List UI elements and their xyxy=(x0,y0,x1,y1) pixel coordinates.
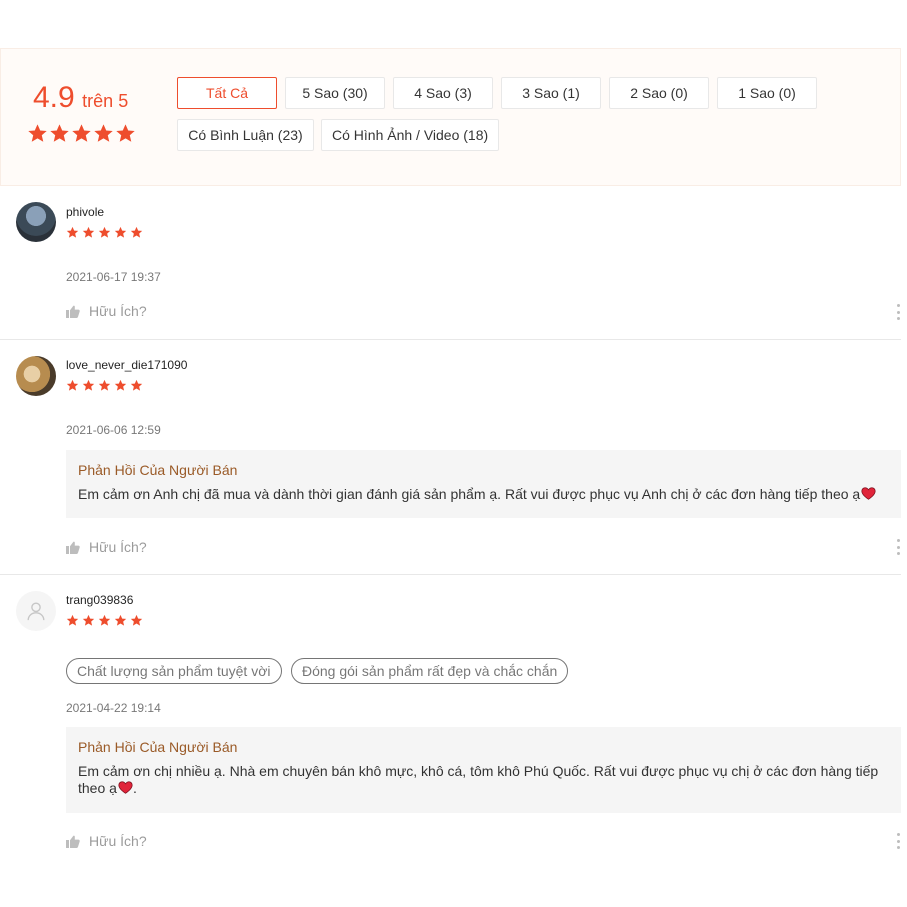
rating-score: 4.9 trên 5 xyxy=(33,81,128,115)
star-icon xyxy=(50,124,69,142)
review-username[interactable]: love_never_die171090 xyxy=(66,358,187,372)
filter-2-stars[interactable]: 2 Sao (0) xyxy=(609,77,709,109)
filter-with-media[interactable]: Có Hình Ảnh / Video (18) xyxy=(321,119,499,151)
star-icon xyxy=(66,379,79,391)
more-vertical-icon[interactable] xyxy=(894,304,902,320)
helpful-button[interactable]: Hữu Ích? xyxy=(66,833,147,849)
star-icon xyxy=(130,614,143,626)
rating-overview: 4.9 trên 5 Tất Cả 5 Sao (30) 4 Sao (3) 3… xyxy=(0,48,901,186)
review-item: trang039836 Chất lượng sản phẩm tuyệt vờ… xyxy=(0,575,901,875)
seller-reply-title: Phản Hồi Của Người Bán xyxy=(78,739,238,755)
more-vertical-icon[interactable] xyxy=(894,539,902,555)
star-icon xyxy=(130,379,143,391)
review-stars xyxy=(66,379,143,392)
star-icon xyxy=(114,614,127,626)
helpful-label: Hữu Ích? xyxy=(89,303,147,319)
avatar[interactable] xyxy=(16,356,56,396)
rating-score-value: 4.9 xyxy=(33,81,75,114)
seller-reply-line-2: theo ạ. xyxy=(78,780,889,797)
heart-emoji-icon xyxy=(118,781,133,794)
seller-reply-line-2-text: theo ạ xyxy=(78,780,117,796)
star-icon xyxy=(98,226,111,238)
review-datetime: 2021-04-22 19:14 xyxy=(66,701,161,715)
review-tag: Chất lượng sản phẩm tuyệt vời xyxy=(66,658,282,684)
review-tag: Đóng gói sản phẩm rất đẹp và chắc chắn xyxy=(291,658,569,684)
star-icon xyxy=(82,614,95,626)
review-stars xyxy=(66,226,143,239)
rating-stars xyxy=(27,123,136,144)
avatar[interactable] xyxy=(16,202,56,242)
seller-reply-title: Phản Hồi Của Người Bán xyxy=(78,462,238,478)
star-icon xyxy=(82,226,95,238)
helpful-label: Hữu Ích? xyxy=(89,833,147,849)
star-icon xyxy=(94,124,113,142)
rating-score-outof: trên 5 xyxy=(82,91,129,111)
star-icon xyxy=(114,379,127,391)
star-icon xyxy=(28,124,47,142)
star-icon xyxy=(98,379,111,391)
star-icon xyxy=(66,226,79,238)
review-username[interactable]: trang039836 xyxy=(66,593,133,607)
review-item: phivole 2021-06-17 19:37 Hữu Ích? xyxy=(0,186,901,340)
review-datetime: 2021-06-06 12:59 xyxy=(66,423,161,437)
more-vertical-icon[interactable] xyxy=(894,833,902,849)
filter-3-stars[interactable]: 3 Sao (1) xyxy=(501,77,601,109)
seller-reply-line-1: Em cảm ơn chị nhiều ạ. Nhà em chuyên bán… xyxy=(78,763,879,779)
seller-reply-body: Em cảm ơn chị nhiều ạ. Nhà em chuyên bán… xyxy=(78,763,889,797)
helpful-label: Hữu Ích? xyxy=(89,539,147,555)
star-icon xyxy=(116,124,135,142)
filter-all[interactable]: Tất Cả xyxy=(177,77,277,109)
filter-4-stars[interactable]: 4 Sao (3) xyxy=(393,77,493,109)
thumbs-up-icon xyxy=(66,305,80,318)
filter-5-stars[interactable]: 5 Sao (30) xyxy=(285,77,385,109)
review-stars xyxy=(66,614,143,627)
star-icon xyxy=(98,614,111,626)
review-item: love_never_die171090 2021-06-06 12:59 Ph… xyxy=(0,340,901,575)
star-icon xyxy=(72,124,91,142)
heart-emoji-icon xyxy=(861,487,876,500)
seller-reply-body: Em cảm ơn Anh chị đã mua và dành thời gi… xyxy=(78,486,889,503)
seller-reply: Phản Hồi Của Người Bán Em cảm ơn Anh chị… xyxy=(66,450,901,518)
helpful-button[interactable]: Hữu Ích? xyxy=(66,539,147,555)
star-icon xyxy=(114,226,127,238)
user-icon xyxy=(27,602,45,621)
seller-reply-text: Em cảm ơn Anh chị đã mua và dành thời gi… xyxy=(78,486,861,502)
seller-reply-line-2-end: . xyxy=(132,780,137,796)
avatar[interactable] xyxy=(16,591,56,631)
thumbs-up-icon xyxy=(66,541,80,554)
review-datetime: 2021-06-17 19:37 xyxy=(66,270,161,284)
star-icon xyxy=(130,226,143,238)
filter-1-star[interactable]: 1 Sao (0) xyxy=(717,77,817,109)
thumbs-up-icon xyxy=(66,835,80,848)
filter-with-comment[interactable]: Có Bình Luận (23) xyxy=(177,119,314,151)
seller-reply: Phản Hồi Của Người Bán Em cảm ơn chị nhi… xyxy=(66,727,901,813)
star-icon xyxy=(82,379,95,391)
star-icon xyxy=(66,614,79,626)
review-username[interactable]: phivole xyxy=(66,205,104,219)
helpful-button[interactable]: Hữu Ích? xyxy=(66,303,147,319)
